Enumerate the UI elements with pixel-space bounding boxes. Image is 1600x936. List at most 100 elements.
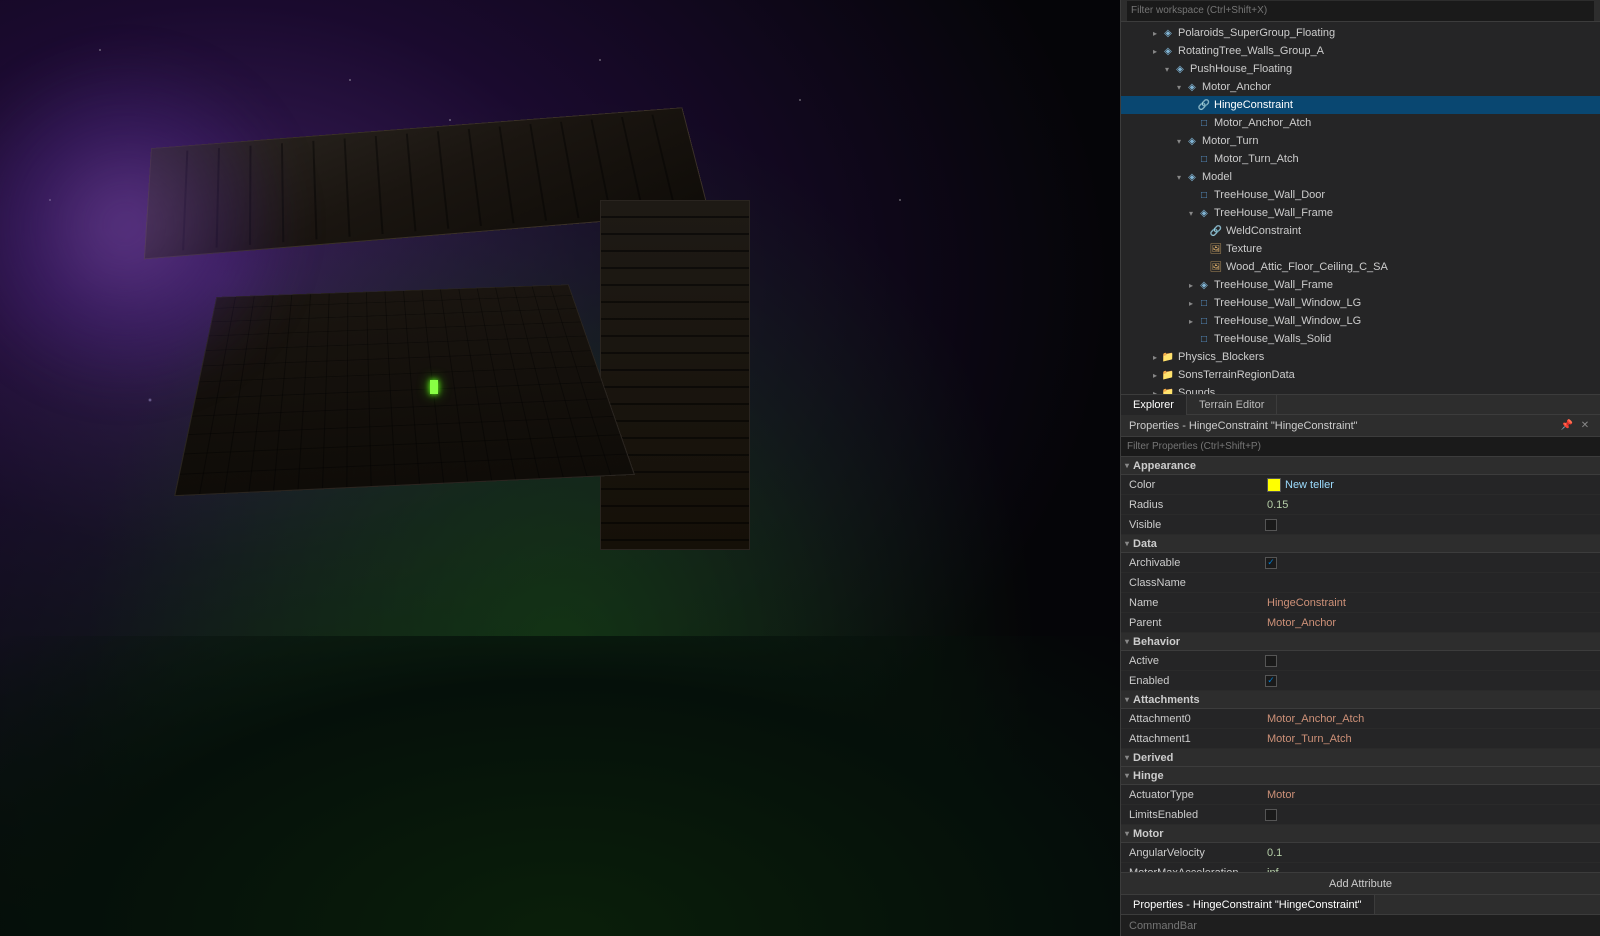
command-bar-input[interactable] [1129,917,1592,935]
tree-item-treehouse_wall_frame2[interactable]: ◈TreeHouse_Wall_Frame [1121,276,1600,294]
tree-container[interactable]: ◈Polaroids_SuperGroup_Floating◈RotatingT… [1121,22,1600,394]
tree-item-icon-part: □ [1197,116,1211,130]
prop-row-motormaxacceleration: MotorMaxAccelerationinf [1121,863,1600,872]
tree-item-label: Polaroids_SuperGroup_Floating [1178,27,1335,39]
prop-value-text[interactable]: HingeConstraint [1261,597,1600,609]
prop-row-limitsenabled: LimitsEnabled [1121,805,1600,825]
tree-item-icon-model: ◈ [1185,134,1199,148]
prop-value-number[interactable]: 0.1 [1261,847,1600,859]
prop-checkbox-enabled[interactable] [1265,675,1277,687]
tree-arrow[interactable] [1185,153,1197,165]
tree-arrow[interactable] [1149,45,1161,57]
prop-name-label: ActuatorType [1121,789,1261,801]
tree-arrow[interactable] [1197,225,1209,237]
tree-item-motor_anchor[interactable]: ◈Motor_Anchor [1121,78,1600,96]
tree-item-treehouse_wall_window_lg[interactable]: □TreeHouse_Wall_Window_LG [1121,294,1600,312]
tree-arrow[interactable] [1185,333,1197,345]
viewport [0,0,1120,936]
prop-checkbox-active[interactable] [1265,655,1277,667]
tree-arrow[interactable] [1185,279,1197,291]
prop-value-color[interactable]: New teller [1261,478,1600,492]
tree-item-label: Texture [1226,243,1262,255]
tree-item-icon-constraint: 🔗 [1197,98,1211,112]
prop-section-attachments[interactable]: ▾Attachments [1121,691,1600,709]
tree-arrow[interactable] [1185,315,1197,327]
tree-arrow[interactable] [1149,387,1161,394]
prop-checkbox-visible[interactable] [1265,519,1277,531]
tree-item-hinge_constraint[interactable]: 🔗HingeConstraint [1121,96,1600,114]
properties-close-btn[interactable]: ✕ [1578,419,1592,433]
tree-item-icon-folder: 📁 [1161,386,1175,394]
prop-name-label: Radius [1121,499,1261,511]
tree-item-icon-model: ◈ [1173,62,1187,76]
tree-arrow[interactable] [1185,297,1197,309]
tree-item-sons_terrain[interactable]: 📁SonsTerrainRegionData [1121,366,1600,384]
explorer-search-input[interactable] [1127,1,1594,21]
prop-row-attachment0: Attachment0Motor_Anchor_Atch [1121,709,1600,729]
prop-section-data[interactable]: ▾Data [1121,535,1600,553]
tree-arrow[interactable] [1161,63,1173,75]
prop-value-number[interactable]: 0.15 [1261,499,1600,511]
tree-item-icon-part: □ [1197,188,1211,202]
prop-section-appearance[interactable]: ▾Appearance [1121,457,1600,475]
tree-item-icon-part: □ [1197,296,1211,310]
tab-properties[interactable]: Properties - HingeConstraint "HingeConst… [1121,895,1375,915]
tab-terrain-editor[interactable]: Terrain Editor [1187,395,1277,415]
tree-item-motor_turn_atch[interactable]: □Motor_Turn_Atch [1121,150,1600,168]
tree-item-motor_turn[interactable]: ◈Motor_Turn [1121,132,1600,150]
tree-item-treehouse_wall_door[interactable]: □TreeHouse_Wall_Door [1121,186,1600,204]
tree-item-label: Motor_Turn [1202,135,1258,147]
tree-item-model_node[interactable]: ◈Model [1121,168,1600,186]
tree-arrow[interactable] [1173,135,1185,147]
prop-value-text[interactable]: Motor_Anchor_Atch [1261,713,1600,725]
properties-pin-btn[interactable]: 📌 [1560,419,1574,433]
tree-arrow[interactable] [1173,171,1185,183]
tree-item-wood_attic[interactable]: 🖼Wood_Attic_Floor_Ceiling_C_SA [1121,258,1600,276]
prop-checkbox-archivable[interactable] [1265,557,1277,569]
prop-value-text[interactable]: Motor_Turn_Atch [1261,733,1600,745]
tree-arrow[interactable] [1185,189,1197,201]
tree-arrow[interactable] [1197,243,1209,255]
tree-item-label: TreeHouse_Wall_Frame [1214,207,1333,219]
color-swatch[interactable] [1267,478,1281,492]
prop-name-label: Name [1121,597,1261,609]
prop-value-text[interactable]: Motor [1261,789,1600,801]
prop-name-label: Attachment0 [1121,713,1261,725]
prop-color-label: New teller [1285,479,1334,491]
tree-item-treehouse_wall_window_lg2[interactable]: □TreeHouse_Wall_Window_LG [1121,312,1600,330]
prop-section-arrow: ▾ [1125,753,1129,762]
prop-section-derived[interactable]: ▾Derived [1121,749,1600,767]
tab-explorer[interactable]: Explorer [1121,395,1187,415]
tree-item-sounds[interactable]: 📁Sounds [1121,384,1600,394]
prop-value-text[interactable]: Motor_Anchor [1261,617,1600,629]
tree-item-icon-part: □ [1197,152,1211,166]
tree-arrow[interactable] [1173,81,1185,93]
tree-item-treehouse_wall_frame[interactable]: ◈TreeHouse_Wall_Frame [1121,204,1600,222]
tree-arrow[interactable] [1149,27,1161,39]
tree-item-polaroids[interactable]: ◈Polaroids_SuperGroup_Floating [1121,24,1600,42]
prop-section-motor[interactable]: ▾Motor [1121,825,1600,843]
prop-section-behavior[interactable]: ▾Behavior [1121,633,1600,651]
prop-section-hinge[interactable]: ▾Hinge [1121,767,1600,785]
properties-filter-input[interactable] [1121,437,1600,457]
tree-arrow[interactable] [1185,207,1197,219]
tree-item-treehouse[interactable]: ◈PushHouse_Floating [1121,60,1600,78]
tree-item-treehouse_walls_solid[interactable]: □TreeHouse_Walls_Solid [1121,330,1600,348]
tree-arrow[interactable] [1149,351,1161,363]
tree-item-label: Motor_Anchor_Atch [1214,117,1311,129]
tree-item-physics_blockers[interactable]: 📁Physics_Blockers [1121,348,1600,366]
tree-arrow[interactable] [1185,99,1197,111]
tree-arrow[interactable] [1185,117,1197,129]
tree-arrow[interactable] [1149,369,1161,381]
tree-item-weld_constraint[interactable]: 🔗WeldConstraint [1121,222,1600,240]
tree-item-motor_anchor_atch[interactable]: □Motor_Anchor_Atch [1121,114,1600,132]
tree-arrow[interactable] [1197,261,1209,273]
prop-name-label: Active [1121,655,1261,667]
prop-name-label: LimitsEnabled [1121,809,1261,821]
prop-checkbox-limitsenabled[interactable] [1265,809,1277,821]
add-attribute-button[interactable]: Add Attribute [1121,872,1600,894]
tree-item-texture_node[interactable]: 🖼Texture [1121,240,1600,258]
prop-name-label: Parent [1121,617,1261,629]
tree-item-icon-texture: 🖼 [1209,260,1223,274]
tree-item-rotatingtree[interactable]: ◈RotatingTree_Walls_Group_A [1121,42,1600,60]
